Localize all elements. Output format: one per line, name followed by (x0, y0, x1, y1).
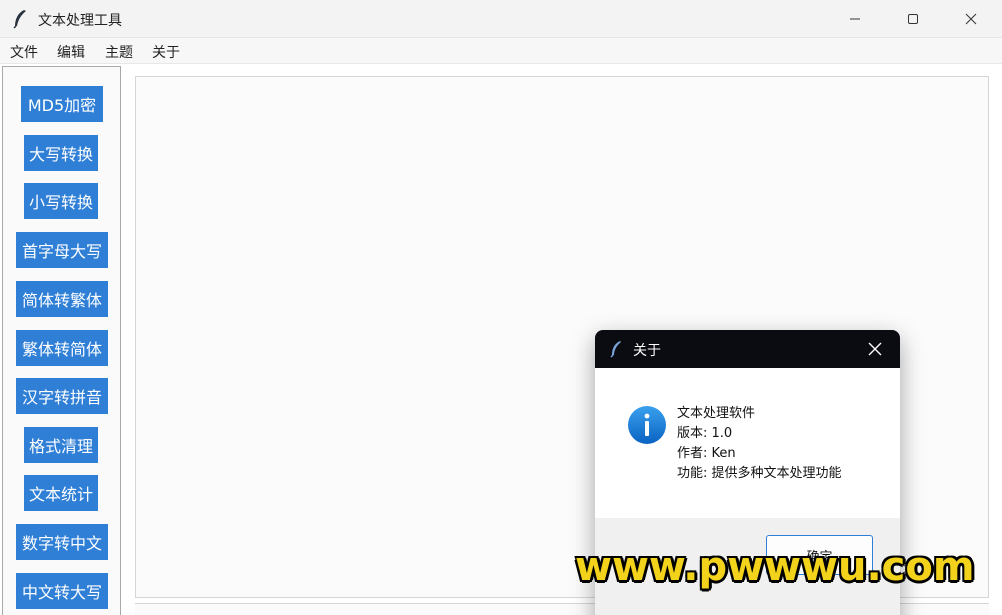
traditional-to-simplified-button[interactable]: 繁体转简体 (16, 330, 108, 366)
maximize-button[interactable] (884, 0, 942, 38)
sidebar: MD5加密 大写转换 小写转换 首字母大写 简体转繁体 繁体转简体 汉字转拼音 … (2, 66, 121, 615)
menu-file[interactable]: 文件 (10, 42, 38, 62)
format-clean-button[interactable]: 格式清理 (24, 427, 98, 463)
minimize-icon (850, 18, 860, 20)
close-icon (965, 13, 977, 25)
feather-icon (610, 341, 621, 358)
minimize-button[interactable] (826, 0, 884, 38)
dialog-message: 文本处理软件 版本: 1.0 作者: Ken 功能: 提供多种文本处理功能 (677, 404, 842, 484)
hanzi-to-pinyin-button[interactable]: 汉字转拼音 (16, 378, 108, 414)
window-title: 文本处理工具 (38, 13, 122, 29)
capitalize-button[interactable]: 首字母大写 (16, 232, 108, 268)
chinese-to-uppercase-button[interactable]: 中文转大写 (16, 573, 108, 609)
feature-line: 功能: 提供多种文本处理功能 (677, 466, 842, 481)
uppercase-button[interactable]: 大写转换 (24, 135, 98, 171)
simplified-to-traditional-button[interactable]: 简体转繁体 (16, 281, 108, 317)
menu-bar: 文件 编辑 主题 关于 (0, 38, 1002, 64)
close-window-button[interactable] (942, 0, 1000, 38)
menu-edit[interactable]: 编辑 (57, 42, 85, 62)
menu-about[interactable]: 关于 (152, 42, 180, 62)
number-to-chinese-button[interactable]: 数字转中文 (16, 524, 108, 560)
watermark: www.pwwwu.com (575, 544, 975, 590)
dialog-title: 关于 (633, 343, 661, 359)
info-icon (628, 406, 666, 444)
author-line: 作者: Ken (677, 446, 736, 461)
dialog-body: 文本处理软件 版本: 1.0 作者: Ken 功能: 提供多种文本处理功能 (595, 368, 900, 518)
feather-icon (13, 10, 26, 29)
app-name-line: 文本处理软件 (677, 406, 756, 421)
version-line: 版本: 1.0 (677, 426, 733, 441)
md5-encrypt-button[interactable]: MD5加密 (21, 86, 103, 122)
title-bar: 文本处理工具 (0, 0, 1002, 38)
close-icon[interactable] (865, 339, 885, 359)
dialog-title-bar: 关于 (595, 330, 900, 368)
maximize-icon (908, 14, 918, 24)
menu-theme[interactable]: 主题 (105, 42, 133, 62)
text-statistics-button[interactable]: 文本统计 (24, 475, 98, 511)
lowercase-button[interactable]: 小写转换 (24, 183, 98, 219)
